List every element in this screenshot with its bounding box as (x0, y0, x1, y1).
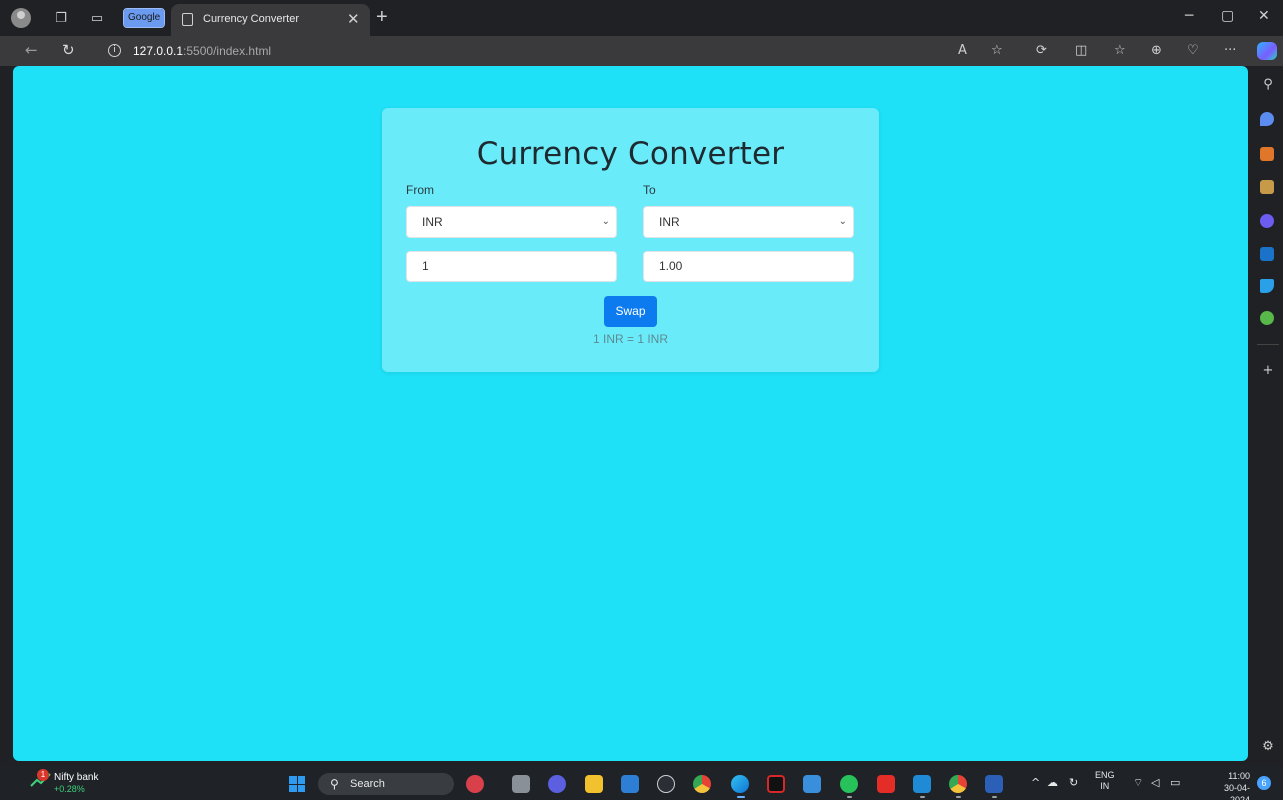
onedrive-icon[interactable]: ☁ (1047, 776, 1058, 789)
tools-icon[interactable] (1260, 147, 1274, 161)
region-code: IN (1100, 781, 1110, 791)
new-tab-button[interactable]: + (376, 6, 388, 29)
converted-amount-input[interactable]: 1.00 (643, 251, 854, 282)
favorites-icon[interactable]: ☆ (1114, 43, 1126, 58)
send-icon[interactable] (1260, 279, 1274, 293)
tab-title: Currency Converter (203, 13, 299, 25)
tab-group-label[interactable]: Google (122, 8, 166, 28)
favorite-star-icon[interactable]: ☆ (991, 43, 1003, 58)
workspaces-icon[interactable]: ❐ (51, 8, 71, 28)
app-running-indicator (920, 796, 925, 798)
refresh-icon[interactable]: ↻ (62, 41, 75, 59)
clock-date: 30-04-2024 (1223, 783, 1250, 800)
youtube-icon[interactable] (877, 775, 895, 793)
more-menu-icon[interactable]: ··· (1224, 43, 1236, 58)
mail-icon[interactable] (803, 775, 821, 793)
widget-value: +0.28% (54, 784, 85, 794)
page-title: Currency Converter (476, 136, 785, 172)
clock-time: 11:00 (1228, 771, 1250, 781)
search-icon[interactable]: ⚲ (1258, 74, 1278, 94)
read-aloud-icon[interactable]: A (958, 43, 967, 58)
extensions-icon[interactable]: ⟳ (1036, 43, 1047, 58)
converter-card: Currency Converter From To INR ⌄ INR ⌄ 1… (382, 108, 879, 372)
search-icon: ⚲ (330, 777, 339, 791)
close-tab-icon[interactable]: ✕ (347, 10, 360, 28)
url-text: 127.0.0.1:5500/index.html (133, 44, 272, 58)
notification-badge[interactable]: 6 (1257, 776, 1271, 790)
store-icon[interactable] (621, 775, 639, 793)
site-info-icon[interactable]: i (108, 44, 121, 57)
taskbar-search[interactable]: ⚲ Search (318, 773, 454, 795)
windows-taskbar: 1 Nifty bank +0.28% ⚲ Search ^ ☁ ↻ ENG I… (0, 766, 1283, 800)
whatsapp-icon[interactable] (840, 775, 858, 793)
from-currency-select[interactable]: INR ⌄ (406, 206, 617, 238)
close-window-icon[interactable]: ✕ (1258, 8, 1270, 24)
edge-icon[interactable] (731, 775, 749, 793)
maximize-icon[interactable]: ▢ (1221, 8, 1234, 24)
task-view-icon[interactable] (512, 775, 530, 793)
widget-badge: 1 (37, 769, 49, 781)
word-icon[interactable] (985, 775, 1003, 793)
start-button[interactable] (289, 776, 305, 792)
strawberry-widget-icon[interactable] (466, 775, 484, 793)
app-running-indicator (992, 796, 997, 798)
chevron-down-icon: ⌄ (838, 216, 847, 227)
add-icon[interactable]: + (1258, 360, 1278, 380)
from-currency-value: INR (422, 215, 443, 229)
back-icon[interactable]: ← (25, 41, 38, 59)
language-code: ENG (1095, 770, 1115, 780)
address-bar[interactable]: i 127.0.0.1:5500/index.html (98, 39, 398, 63)
netflix-icon[interactable] (767, 775, 785, 793)
app-running-indicator (956, 796, 961, 798)
to-currency-select[interactable]: INR ⌄ (643, 206, 854, 238)
search-label: Search (350, 778, 385, 790)
exchange-rate-text: 1 INR = 1 INR (592, 332, 669, 346)
to-currency-value: INR (659, 215, 680, 229)
copilot-icon[interactable] (1257, 42, 1277, 60)
edge-active-indicator (737, 796, 745, 798)
edge-sidebar: ⚲ + ⚙ (1252, 66, 1283, 766)
chevron-down-icon: ⌄ (601, 216, 610, 227)
tab-currency-converter[interactable]: Currency Converter ✕ (171, 4, 370, 36)
file-explorer-icon[interactable] (585, 775, 603, 793)
app-running-indicator (847, 796, 852, 798)
language-indicator[interactable]: ENG IN (1095, 770, 1115, 792)
settings-gear-icon[interactable]: ⚙ (1258, 736, 1278, 756)
games-icon[interactable] (1260, 180, 1274, 194)
split-screen-icon[interactable]: ◫ (1075, 43, 1087, 58)
swap-button[interactable]: Swap (604, 296, 657, 327)
minimize-icon[interactable]: ─ (1185, 8, 1193, 24)
to-label: To (643, 183, 656, 197)
tree-icon[interactable] (1260, 311, 1274, 325)
tab-actions-icon[interactable]: ▭ (87, 8, 107, 28)
wifi-icon[interactable]: ⌔ (1133, 776, 1143, 790)
battery-icon[interactable]: ▭ (1170, 776, 1180, 789)
microsoft-365-icon[interactable] (1260, 214, 1274, 228)
dell-icon[interactable] (657, 775, 675, 793)
volume-icon[interactable]: ◁ (1151, 776, 1159, 789)
page-icon (182, 13, 193, 26)
meet-icon[interactable] (548, 775, 566, 793)
chrome-icon[interactable] (693, 775, 711, 793)
browser-titlebar: ❐ ▭ Google Currency Converter ✕ + ─ ▢ ✕ (0, 0, 1283, 36)
clock[interactable]: 11:00 30-04-2024 (1205, 770, 1250, 800)
amount-input[interactable]: 1 (406, 251, 617, 282)
sidebar-divider (1257, 344, 1279, 345)
profile-avatar[interactable] (11, 8, 31, 28)
browser-toolbar: ← ↻ i 127.0.0.1:5500/index.html (0, 36, 1283, 66)
widget-title[interactable]: Nifty bank (54, 772, 98, 783)
sync-icon[interactable]: ↻ (1069, 776, 1078, 789)
vscode-icon[interactable] (913, 775, 931, 793)
outlook-icon[interactable] (1260, 247, 1274, 261)
page-viewport: Currency Converter From To INR ⌄ INR ⌄ 1… (13, 66, 1248, 761)
chrome-profile-icon[interactable] (949, 775, 967, 793)
collections-icon[interactable]: ⊕ (1151, 43, 1162, 58)
browser-essentials-icon[interactable]: ♡ (1187, 43, 1199, 58)
tray-overflow-icon[interactable]: ^ (1031, 776, 1040, 789)
shopping-icon[interactable] (1260, 112, 1274, 126)
from-label: From (406, 183, 434, 197)
